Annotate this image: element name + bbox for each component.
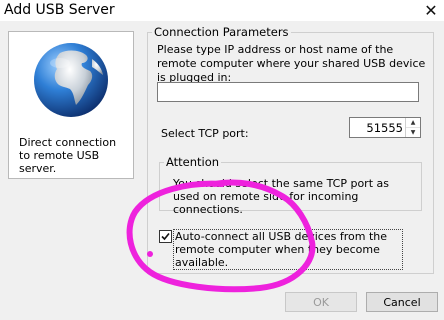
left-panel: Direct connection to remote USB server. bbox=[8, 31, 134, 179]
connection-parameters-label: Connection Parameters bbox=[152, 25, 291, 39]
spin-down-button[interactable]: ▼ bbox=[406, 128, 420, 137]
auto-connect-label[interactable]: Auto-connect all USB devices from the re… bbox=[173, 229, 403, 270]
close-button[interactable]: ✕ bbox=[418, 0, 444, 21]
host-input[interactable] bbox=[157, 82, 419, 102]
add-usb-server-dialog: Add USB Server ✕ Direct connection to re… bbox=[0, 0, 444, 320]
tcp-port-spinbox[interactable]: 51555 ▲ ▼ bbox=[349, 117, 421, 138]
spin-up-button[interactable]: ▲ bbox=[406, 118, 420, 128]
chevron-down-icon: ▼ bbox=[410, 129, 416, 136]
tcp-port-label: Select TCP port: bbox=[161, 127, 249, 140]
left-panel-description: Direct connection to remote USB server. bbox=[19, 136, 117, 175]
tcp-port-value: 51555 bbox=[366, 121, 403, 135]
title-bar: Add USB Server ✕ bbox=[0, 0, 444, 21]
connection-instructions: Please type IP address or host name of t… bbox=[157, 43, 426, 84]
checkmark-icon bbox=[161, 232, 170, 241]
attention-label: Attention bbox=[164, 155, 222, 169]
auto-connect-checkbox[interactable] bbox=[159, 230, 172, 243]
globe-icon bbox=[34, 43, 108, 117]
chevron-up-icon: ▲ bbox=[410, 119, 416, 126]
close-icon: ✕ bbox=[424, 1, 438, 20]
port-spinner: ▲ ▼ bbox=[405, 118, 420, 137]
ok-button[interactable]: OK bbox=[285, 292, 357, 312]
attention-text: You should select the same TCP port as u… bbox=[173, 177, 389, 216]
window-title: Add USB Server bbox=[4, 2, 115, 18]
cancel-button[interactable]: Cancel bbox=[366, 292, 438, 312]
